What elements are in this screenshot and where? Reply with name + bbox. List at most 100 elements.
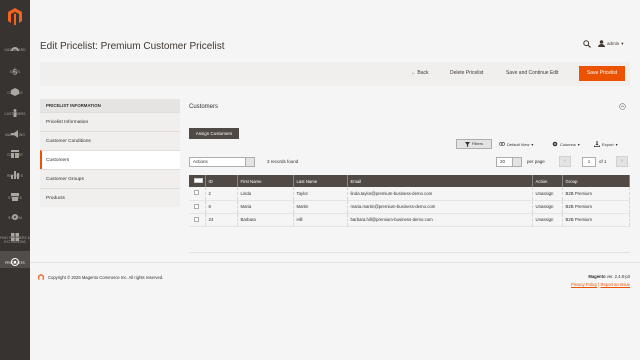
chevron-down-icon: ▾ xyxy=(615,141,618,147)
filter-icon xyxy=(465,141,471,147)
previous-page-button[interactable]: ‹ xyxy=(559,156,571,167)
page-number-input[interactable]: 1 xyxy=(582,157,596,167)
page-total: of 1 xyxy=(599,159,607,164)
per-page-select[interactable]: 20 xyxy=(496,157,522,167)
unassign-link[interactable]: Unassign xyxy=(532,187,563,201)
cell-first-name: Barbara xyxy=(237,213,294,227)
cell-email: linda.taylor@premium-business-demo.com xyxy=(347,187,533,201)
user-icon xyxy=(598,40,605,47)
version-text: Magento ver. 2.4.8-p3 xyxy=(588,274,630,279)
chevron-right-icon: › xyxy=(621,158,623,164)
save-pricelist-button[interactable]: Save Pricelist xyxy=(579,66,625,81)
sidebar-item-customers[interactable]: Customers xyxy=(0,104,30,117)
table-row: 8 Maria Martin maria.martin@premium-busi… xyxy=(189,200,630,214)
back-label: Back xyxy=(417,70,429,76)
section-divider xyxy=(189,252,630,253)
delete-pricelist-button[interactable]: Delete Pricelist xyxy=(450,70,483,76)
sidebar-item-dashboard[interactable]: Dashboard xyxy=(0,40,30,53)
sidebar-item-system[interactable]: System xyxy=(0,208,30,221)
per-page-label: per page xyxy=(527,159,545,164)
filters-button[interactable]: Filters xyxy=(456,139,492,149)
records-found: 3 records found xyxy=(267,159,299,164)
sidebar-item-sales[interactable]: $ Sales xyxy=(0,62,30,78)
sidebar-item-content[interactable]: Content xyxy=(0,145,30,158)
collapse-icon[interactable] xyxy=(619,103,626,110)
search-icon[interactable] xyxy=(583,40,591,48)
sidebar-item-marketing[interactable]: Marketing xyxy=(0,125,30,138)
user-menu[interactable]: admin ▾ xyxy=(598,40,624,47)
sidebar-item-label: Marketing xyxy=(5,133,25,137)
footer-links: Privacy Policy | Report an Issue xyxy=(570,282,630,287)
chevron-left-icon: ‹ xyxy=(564,158,566,164)
sidebar-item-catalog[interactable]: Catalog xyxy=(0,83,30,96)
row-checkbox[interactable] xyxy=(189,213,206,227)
cell-id: 24 xyxy=(205,213,238,227)
multiselect-icon xyxy=(194,178,203,183)
chevron-down-icon: ▾ xyxy=(577,141,580,147)
chevron-down-icon: ▾ xyxy=(531,141,534,147)
table-row: 24 Barbara Hill barbara.hill@premium-bus… xyxy=(189,213,630,227)
report-issue-link[interactable]: Report an Issue xyxy=(600,282,630,287)
column-id[interactable]: ID xyxy=(205,175,238,187)
unassign-link[interactable]: Unassign xyxy=(532,200,563,214)
mass-actions-select[interactable]: Actions xyxy=(189,157,255,167)
export-dropdown[interactable]: Export ▾ xyxy=(594,141,618,147)
eye-icon xyxy=(499,141,505,147)
download-icon xyxy=(594,141,600,147)
cell-group: B2B Premium xyxy=(562,200,630,214)
filters-label: Filters xyxy=(472,141,483,146)
cell-first-name: Maria xyxy=(237,200,294,214)
tab-pricelist-information[interactable]: Pricelist Information xyxy=(40,112,180,131)
magento-logo-icon[interactable] xyxy=(8,8,22,25)
row-checkbox[interactable] xyxy=(189,187,206,201)
brand-name: Magento xyxy=(588,274,606,279)
sidebar-item-label: Catalog xyxy=(7,91,23,95)
cell-email: barbara.hill@premium-business-demo.com xyxy=(347,213,533,227)
sidebar-item-label: Stores xyxy=(8,196,22,200)
save-and-continue-button[interactable]: Save and Continue Edit xyxy=(506,70,559,76)
column-last-name[interactable]: Last Name xyxy=(293,175,348,187)
export-label: Export xyxy=(602,141,614,147)
chevron-down-icon xyxy=(245,158,254,166)
page-title: Edit Pricelist: Premium Customer Priceli… xyxy=(40,41,225,52)
sidebar-item-label: Find Partners & Extensions xyxy=(0,236,30,244)
back-button[interactable]: ← Back xyxy=(411,70,429,76)
assign-customers-button[interactable]: Assign Customers xyxy=(189,128,239,139)
columns-label: Columns xyxy=(560,141,576,147)
sidebar-item-extensions[interactable]: Find Partners & Extensions xyxy=(0,228,30,244)
columns-dropdown[interactable]: Columns ▾ xyxy=(552,141,580,147)
cell-first-name: Linda xyxy=(237,187,294,201)
row-checkbox[interactable] xyxy=(189,200,206,214)
column-group[interactable]: Group xyxy=(562,175,630,187)
sidebar-item-label: Sales xyxy=(9,70,21,74)
next-page-button[interactable]: › xyxy=(616,156,628,167)
column-email[interactable]: Email xyxy=(347,175,533,187)
tab-products[interactable]: Products xyxy=(40,188,180,207)
user-name: admin xyxy=(607,41,620,46)
cell-id: 2 xyxy=(205,187,238,201)
column-first-name[interactable]: First Name xyxy=(237,175,294,187)
sidebar-item-reports[interactable]: Reports xyxy=(0,166,30,179)
column-action: Action xyxy=(532,175,563,187)
sidebar-item-pricelists[interactable]: Pricelists xyxy=(0,251,30,268)
tab-customers[interactable]: Customers xyxy=(40,150,180,169)
version-number: ver. 2.4.8-p3 xyxy=(606,274,630,279)
unassign-link[interactable]: Unassign xyxy=(532,213,563,227)
tab-customer-conditions[interactable]: Customer Conditions xyxy=(40,131,180,150)
chevron-down-icon: ▾ xyxy=(621,40,624,46)
sidebar-item-label: System xyxy=(8,216,22,220)
select-all-checkbox[interactable] xyxy=(189,175,206,187)
privacy-policy-link[interactable]: Privacy Policy xyxy=(571,282,597,287)
tab-customer-groups[interactable]: Customer Groups xyxy=(40,169,180,188)
pricelist-tabs: PRICELIST INFORMATION Pricelist Informat… xyxy=(40,99,180,207)
sidebar-item-label: Content xyxy=(6,153,24,157)
cell-email: maria.martin@premium-business-demo.com xyxy=(347,200,533,214)
table-row: 2 Linda Taylor linda.taylor@premium-busi… xyxy=(189,187,630,201)
gear-icon xyxy=(552,141,558,147)
sidebar-item-stores[interactable]: Stores xyxy=(0,188,30,201)
default-view-dropdown[interactable]: Default View ▾ xyxy=(499,141,533,147)
grid-header-row: ID First Name Last Name Email Action Gro… xyxy=(189,175,630,187)
mass-actions-label: Actions xyxy=(193,159,208,164)
per-page-value: 20 xyxy=(500,159,506,164)
sidebar-item-label: Pricelists xyxy=(5,261,25,265)
